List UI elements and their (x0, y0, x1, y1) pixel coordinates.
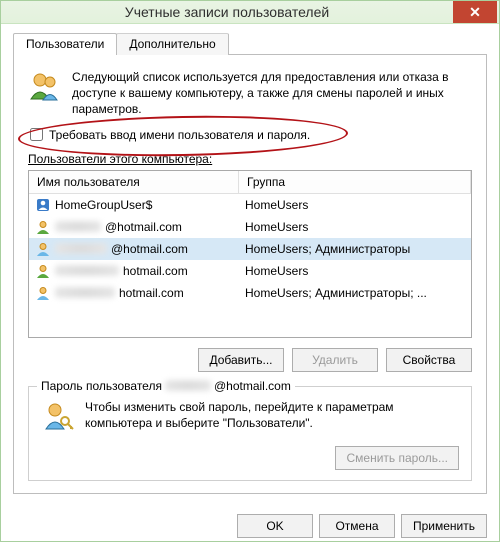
user-name: @hotmail.com (105, 220, 182, 234)
table-row[interactable]: hotmail.com HomeUsers; Администраторы; .… (29, 282, 471, 304)
password-help-text: Чтобы изменить свой пароль, перейдите к … (85, 399, 459, 431)
remove-user-button: Удалить (292, 348, 378, 372)
user-name: hotmail.com (119, 286, 184, 300)
user-icon (35, 219, 51, 235)
user-group: HomeUsers (239, 216, 471, 238)
titlebar: Учетные записи пользователей ✕ (1, 1, 499, 24)
user-accounts-window: Учетные записи пользователей ✕ Пользоват… (0, 0, 500, 542)
tab-strip: Пользователи Дополнительно (13, 32, 487, 54)
user-name: HomeGroupUser$ (55, 198, 152, 212)
table-row[interactable]: @hotmail.com HomeUsers; Администраторы (29, 238, 471, 260)
blurred-name (55, 265, 119, 276)
users-list[interactable]: Имя пользователя Группа HomeGroupUser$ H… (28, 170, 472, 338)
user-group: HomeUsers; Администраторы; ... (239, 282, 471, 304)
close-icon: ✕ (469, 5, 481, 19)
require-credentials-checkbox[interactable] (30, 128, 43, 141)
user-icon (35, 263, 51, 279)
password-groupbox: Пароль пользователя @hotmail.com Чтобы и… (28, 386, 472, 481)
close-button[interactable]: ✕ (453, 1, 497, 23)
require-credentials-row: Требовать ввод имени пользователя и паро… (30, 128, 472, 142)
tab-advanced[interactable]: Дополнительно (116, 33, 228, 55)
add-user-button[interactable]: Добавить... (198, 348, 284, 372)
tab-users[interactable]: Пользователи (13, 33, 117, 55)
user-properties-button[interactable]: Свойства (386, 348, 472, 372)
users-list-label: Пользователи этого компьютера: (28, 152, 472, 166)
cancel-button[interactable]: Отмена (319, 514, 395, 538)
table-row[interactable]: @hotmail.com HomeUsers (29, 216, 471, 238)
column-name[interactable]: Имя пользователя (29, 171, 239, 194)
change-password-button: Сменить пароль... (335, 446, 459, 470)
user-icon (35, 197, 51, 213)
table-row[interactable]: hotmail.com HomeUsers (29, 260, 471, 282)
list-actions: Добавить... Удалить Свойства (28, 348, 472, 372)
users-icon (28, 69, 62, 118)
key-user-icon (41, 399, 75, 436)
intro-text: Следующий список используется для предос… (72, 69, 472, 118)
user-name: hotmail.com (123, 264, 188, 278)
users-list-header: Имя пользователя Группа (29, 171, 471, 194)
table-row[interactable]: HomeGroupUser$ HomeUsers (29, 194, 471, 216)
window-title: Учетные записи пользователей (1, 4, 453, 20)
user-name: @hotmail.com (111, 242, 188, 256)
blurred-name (55, 287, 115, 298)
intro-row: Следующий список используется для предос… (28, 69, 472, 118)
dialog-body: Пользователи Дополнительно Следующий спи… (1, 24, 499, 504)
blurred-name (55, 221, 101, 232)
require-credentials-label[interactable]: Требовать ввод имени пользователя и паро… (49, 128, 310, 142)
dialog-button-row: OK Отмена Применить (1, 504, 499, 550)
column-group[interactable]: Группа (239, 171, 471, 194)
apply-button[interactable]: Применить (401, 514, 487, 538)
blurred-name (165, 380, 211, 391)
password-groupbox-legend: Пароль пользователя @hotmail.com (37, 379, 295, 393)
tab-panel-users: Следующий список используется для предос… (13, 54, 487, 494)
user-group: HomeUsers; Администраторы (239, 238, 471, 260)
user-group: HomeUsers (239, 260, 471, 282)
ok-button[interactable]: OK (237, 514, 313, 538)
blurred-name (55, 243, 107, 254)
user-icon (35, 241, 51, 257)
user-icon (35, 285, 51, 301)
user-group: HomeUsers (239, 194, 471, 216)
